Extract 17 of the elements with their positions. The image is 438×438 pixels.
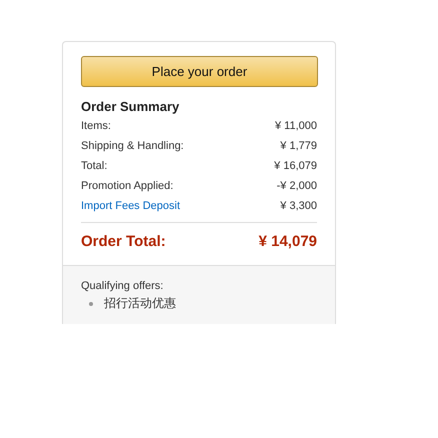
import-fees-link[interactable]: Import Fees Deposit <box>81 200 180 212</box>
order-total-label: Order Total: <box>81 233 166 250</box>
offers-title: Qualifying offers: <box>81 280 164 292</box>
bullet-icon <box>89 302 93 306</box>
summary-label: Promotion Applied: <box>81 180 174 192</box>
summary-value: -¥ 2,000 <box>276 180 317 192</box>
summary-value: ¥ 16,079 <box>274 160 317 172</box>
summary-label: Total: <box>81 160 108 172</box>
summary-label: Shipping & Handling: <box>81 140 184 152</box>
summary-label: Items: <box>81 120 111 132</box>
summary-value: ¥ 3,300 <box>280 200 317 212</box>
summary-value: ¥ 11,000 <box>274 120 317 132</box>
offer-item: 招行活动优惠 <box>104 295 176 312</box>
summary-title: Order Summary <box>81 99 180 114</box>
place-order-button[interactable]: Place your order <box>81 56 318 87</box>
summary-value: ¥ 1,779 <box>280 140 317 152</box>
order-total-value: ¥ 14,079 <box>258 233 317 250</box>
